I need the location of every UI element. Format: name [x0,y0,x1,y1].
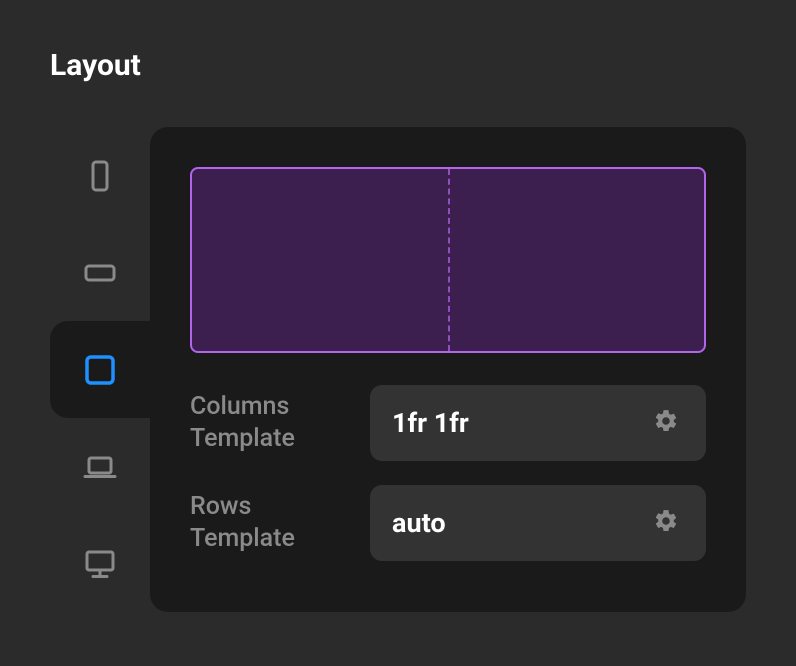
grid-preview[interactable] [190,167,706,353]
rows-template-label: Rows Template [190,491,350,556]
rows-template-settings-button[interactable] [648,505,684,541]
gear-icon [653,408,679,438]
tablet-icon [82,352,118,388]
layout-panel: Columns Template 1fr 1fr Rows Template a… [150,127,746,612]
section-title: Layout [50,48,141,83]
device-laptop[interactable] [50,418,150,515]
columns-template-input[interactable]: 1fr 1fr [370,385,706,461]
columns-template-label: Columns Template [190,391,350,456]
device-phone-landscape[interactable] [50,224,150,321]
rows-template-input[interactable]: auto [370,485,706,561]
phone-landscape-icon [82,255,118,291]
device-breakpoint-strip [50,127,150,612]
columns-template-row: Columns Template 1fr 1fr [190,385,706,461]
rows-template-row: Rows Template auto [190,485,706,561]
grid-preview-column-divider [448,169,450,351]
desktop-icon [82,546,118,582]
device-desktop[interactable] [50,515,150,612]
device-tablet[interactable] [50,321,150,418]
device-phone-portrait[interactable] [50,127,150,224]
columns-template-value: 1fr 1fr [392,407,648,439]
laptop-icon [82,449,118,485]
phone-portrait-icon [82,158,118,194]
gear-icon [653,508,679,538]
columns-template-settings-button[interactable] [648,405,684,441]
rows-template-value: auto [392,507,648,539]
